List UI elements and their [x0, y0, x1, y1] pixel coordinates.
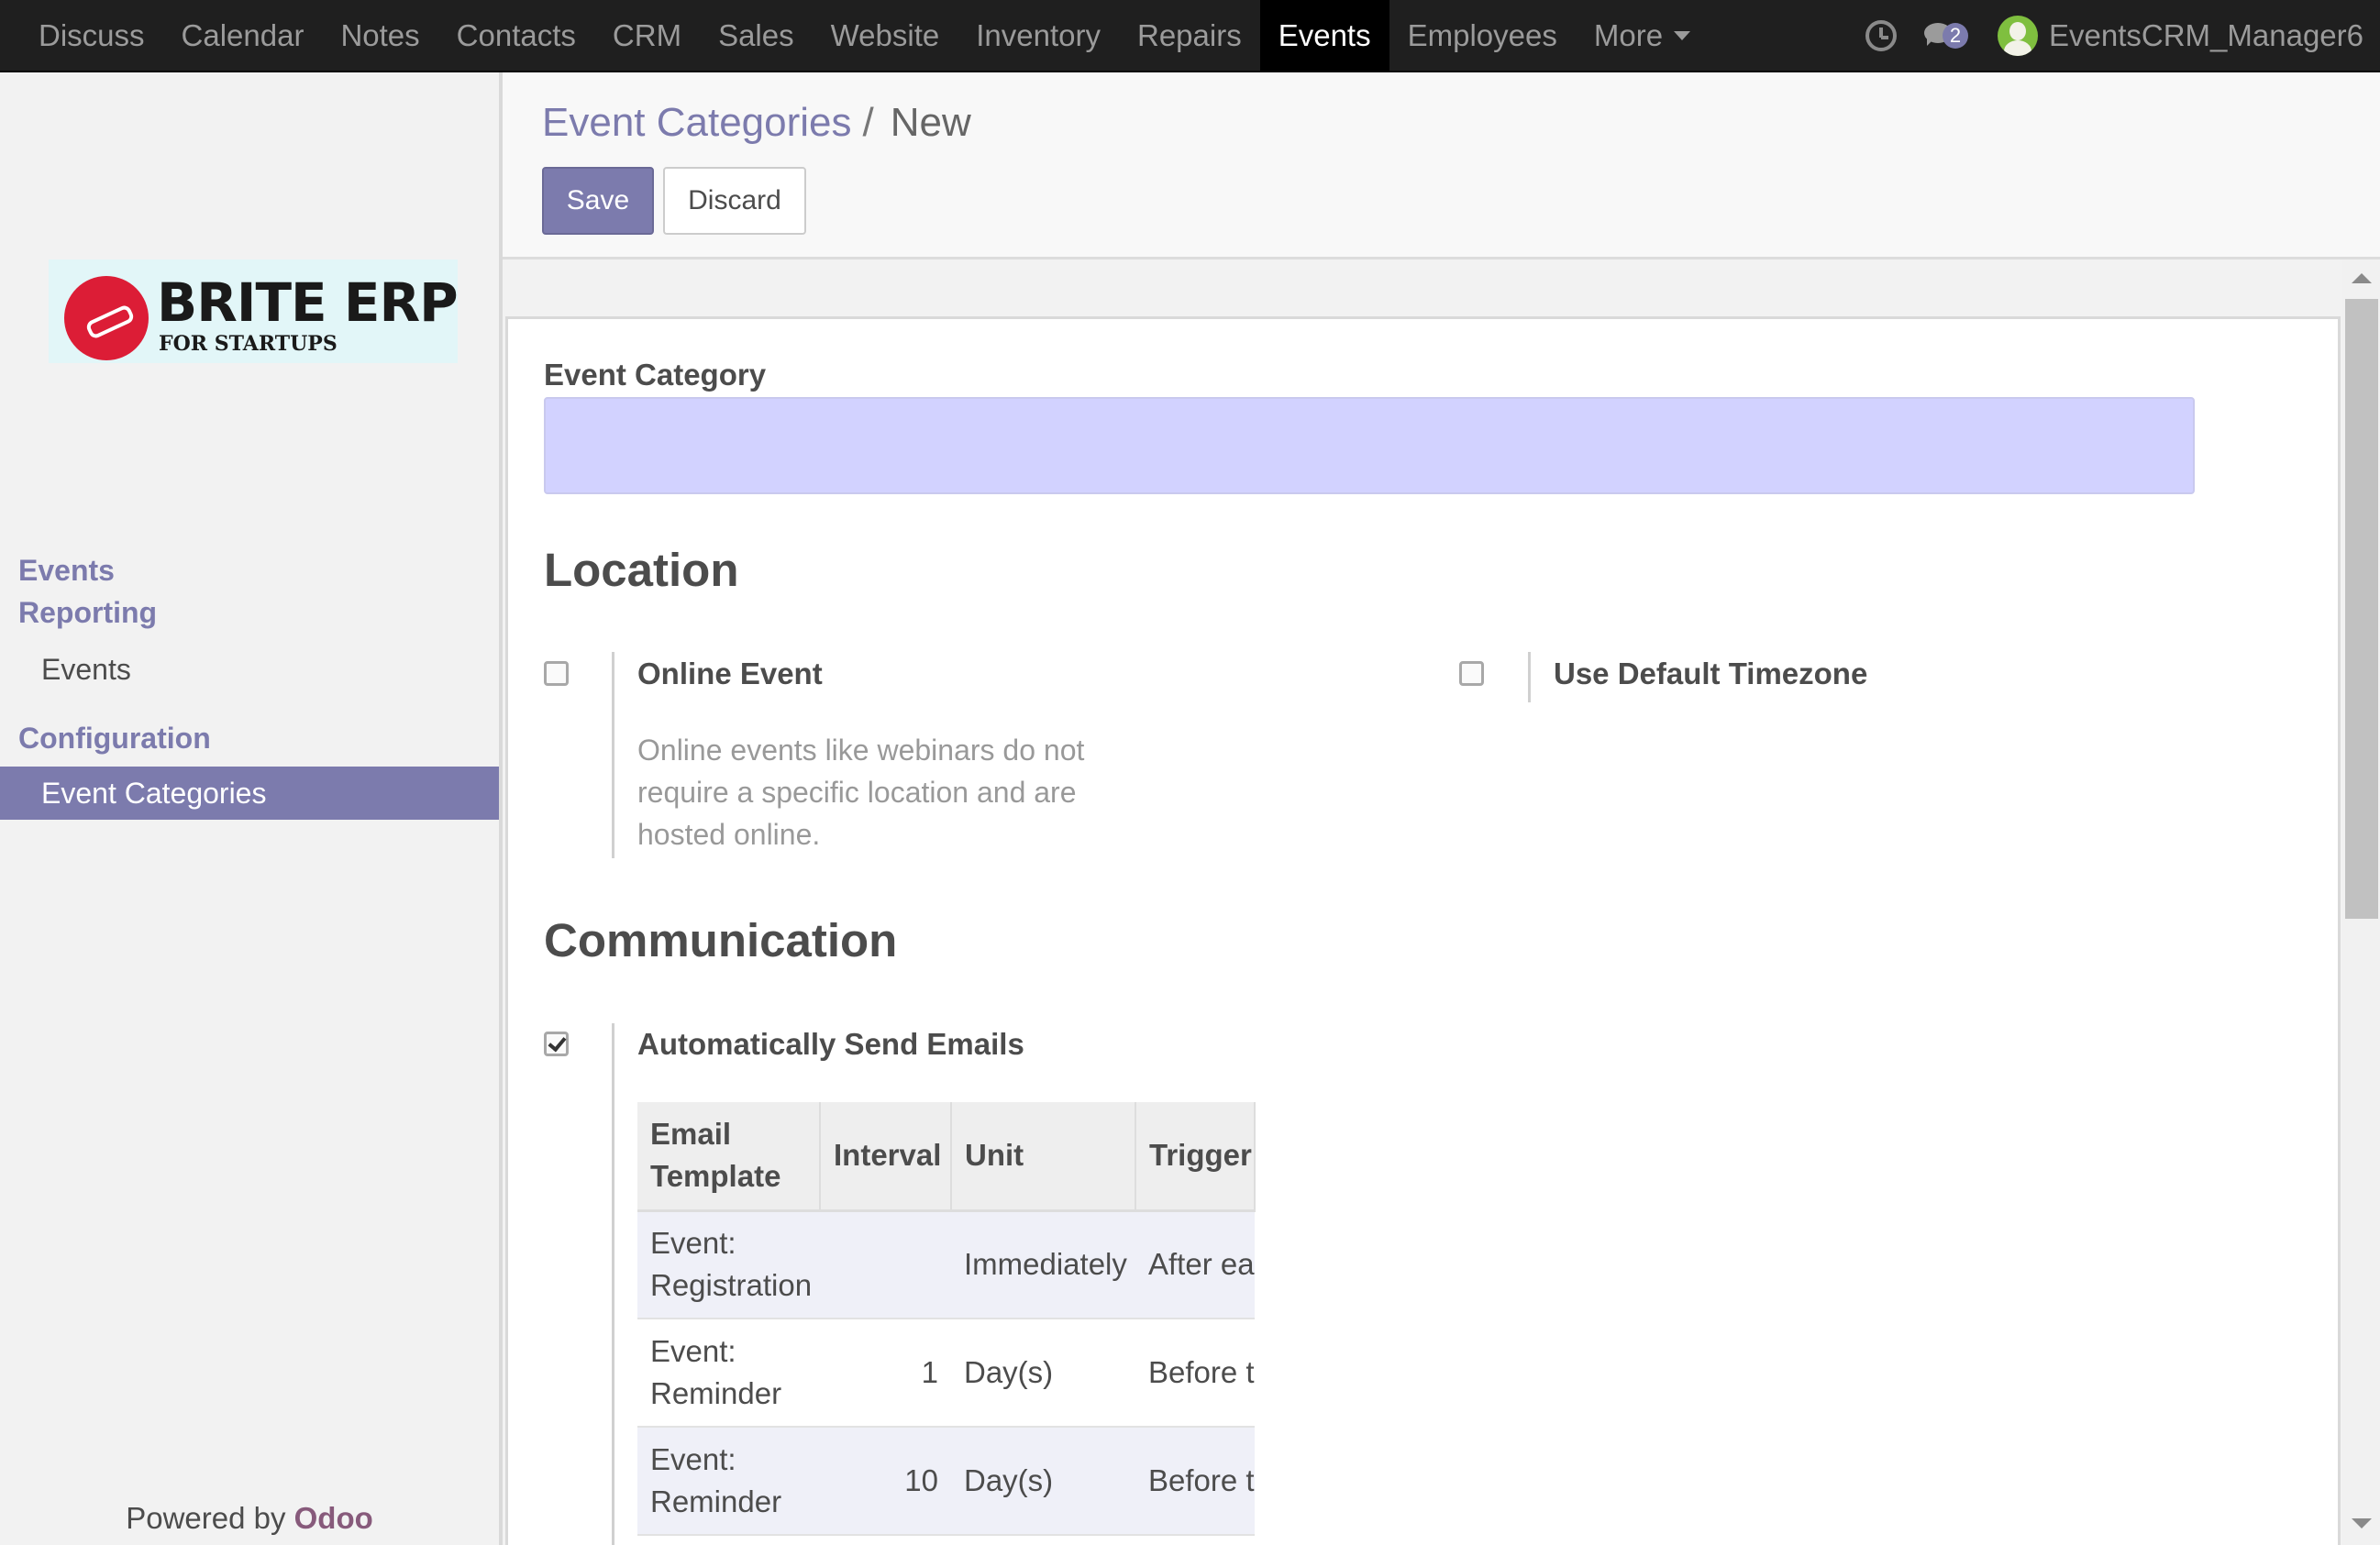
column-header-unit[interactable]: Unit	[951, 1102, 1136, 1212]
column-header-trigger[interactable]: Trigger	[1135, 1102, 1256, 1212]
online-event-help-text: Online events like webinars do not requi…	[637, 734, 1085, 851]
clock-icon[interactable]	[1865, 19, 1897, 51]
discard-button[interactable]: Discard	[663, 167, 806, 235]
nav-notes[interactable]: Notes	[322, 0, 437, 71]
logo-title: BRITE ERP	[157, 271, 459, 334]
online-event-label: Online Event	[637, 657, 823, 690]
event-category-input[interactable]	[544, 397, 2195, 494]
column-header-interval[interactable]: Interval	[820, 1102, 952, 1212]
save-button[interactable]: Save	[542, 167, 654, 235]
nav-website[interactable]: Website	[813, 0, 958, 71]
cell-trigger[interactable]: Before the event	[1135, 1319, 1255, 1428]
odoo-link[interactable]: Odoo	[294, 1501, 373, 1535]
cell-interval[interactable]: 1	[820, 1319, 951, 1428]
table-row[interactable]: Event: Reminder 10 Day(s) Before the eve…	[637, 1427, 1255, 1536]
nav-more-dropdown[interactable]: More	[1576, 0, 1709, 71]
nav-sales[interactable]: Sales	[700, 0, 813, 71]
auto-emails-divider	[612, 1023, 614, 1545]
breadcrumb-separator: /	[862, 100, 874, 145]
chevron-down-icon	[1674, 30, 1691, 40]
auto-emails-label: Automatically Send Emails	[637, 1027, 1024, 1061]
communication-section-title: Communication	[544, 914, 898, 966]
user-name: EventsCRM_Manager6	[2049, 17, 2363, 52]
sidebar-heading-events[interactable]: Events	[18, 549, 115, 591]
nav-more-label: More	[1593, 17, 1664, 52]
messages-count-badge: 2	[1943, 22, 1968, 49]
cell-email-template[interactable]: Event: Registration	[637, 1210, 820, 1319]
sidebar-item-event-categories[interactable]: Event Categories	[0, 767, 499, 820]
event-category-label: Event Category	[544, 358, 767, 392]
nav-events[interactable]: Events	[1259, 0, 1389, 71]
default-timezone-label: Use Default Timezone	[1554, 657, 1868, 690]
online-event-divider	[612, 652, 614, 858]
top-navbar: Discuss Calendar Notes Contacts CRM Sale…	[0, 0, 2380, 72]
messages-button[interactable]: 2	[1922, 17, 1972, 54]
table-row[interactable]: Event: Reminder 1 Day(s) Before the even…	[637, 1319, 1255, 1428]
cell-trigger[interactable]: Before the event	[1135, 1427, 1255, 1536]
default-timezone-divider	[1528, 652, 1531, 702]
scroll-down-arrow-icon[interactable]	[2352, 1518, 2372, 1528]
breadcrumb: Event Categories / New	[542, 100, 971, 146]
email-schedule-table: Email Template Interval Unit Trigger Eve…	[637, 1102, 1256, 1536]
logo-mark-icon	[64, 276, 149, 360]
online-event-checkbox[interactable]	[544, 661, 569, 686]
app-menu: Discuss Calendar Notes Contacts CRM Sale…	[0, 0, 1709, 71]
nav-discuss[interactable]: Discuss	[20, 0, 163, 71]
breadcrumb-current: New	[890, 100, 971, 145]
user-menu[interactable]: EventsCRM_Manager6	[1998, 15, 2363, 56]
sidebar: BRITE ERP FOR STARTUPS Events Reporting …	[0, 72, 503, 1545]
table-header-row: Email Template Interval Unit Trigger	[637, 1102, 1256, 1212]
table-row[interactable]: Event: Registration Immediately After ea…	[637, 1210, 1255, 1319]
avatar	[1998, 15, 2038, 56]
cell-interval[interactable]	[820, 1210, 951, 1319]
cell-trigger[interactable]: After each registration	[1135, 1210, 1255, 1319]
cell-unit[interactable]: Immediately	[951, 1210, 1135, 1319]
location-section-title: Location	[544, 544, 739, 596]
cell-email-template[interactable]: Event: Reminder	[637, 1319, 820, 1428]
cell-unit[interactable]: Day(s)	[951, 1427, 1135, 1536]
breadcrumb-event-categories[interactable]: Event Categories	[542, 100, 852, 145]
nav-crm[interactable]: CRM	[594, 0, 700, 71]
sidebar-item-events-report[interactable]: Events	[0, 643, 499, 696]
scrollbar-thumb[interactable]	[2345, 299, 2378, 919]
systray: 2 EventsCRM_Manager6	[1865, 0, 2363, 71]
nav-repairs[interactable]: Repairs	[1119, 0, 1260, 71]
company-logo: BRITE ERP FOR STARTUPS	[49, 259, 459, 363]
default-timezone-checkbox[interactable]	[1459, 661, 1484, 686]
column-header-email-template[interactable]: Email Template	[637, 1102, 821, 1212]
nav-employees[interactable]: Employees	[1389, 0, 1576, 71]
cell-interval[interactable]: 10	[820, 1427, 951, 1536]
cell-unit[interactable]: Day(s)	[951, 1319, 1135, 1428]
sidebar-heading-configuration[interactable]: Configuration	[18, 717, 211, 759]
logo-subtitle: FOR STARTUPS	[159, 332, 338, 356]
cell-email-template[interactable]: Event: Reminder	[637, 1427, 820, 1536]
nav-contacts[interactable]: Contacts	[438, 0, 594, 71]
control-panel: Event Categories / New Save Discard	[503, 72, 2380, 259]
nav-calendar[interactable]: Calendar	[163, 0, 323, 71]
sidebar-heading-reporting[interactable]: Reporting	[18, 591, 157, 634]
powered-by: Powered by Odoo	[0, 1501, 499, 1536]
nav-inventory[interactable]: Inventory	[958, 0, 1119, 71]
auto-emails-checkbox[interactable]	[544, 1032, 569, 1056]
powered-prefix: Powered by	[126, 1501, 286, 1535]
scroll-up-arrow-icon[interactable]	[2352, 273, 2372, 283]
